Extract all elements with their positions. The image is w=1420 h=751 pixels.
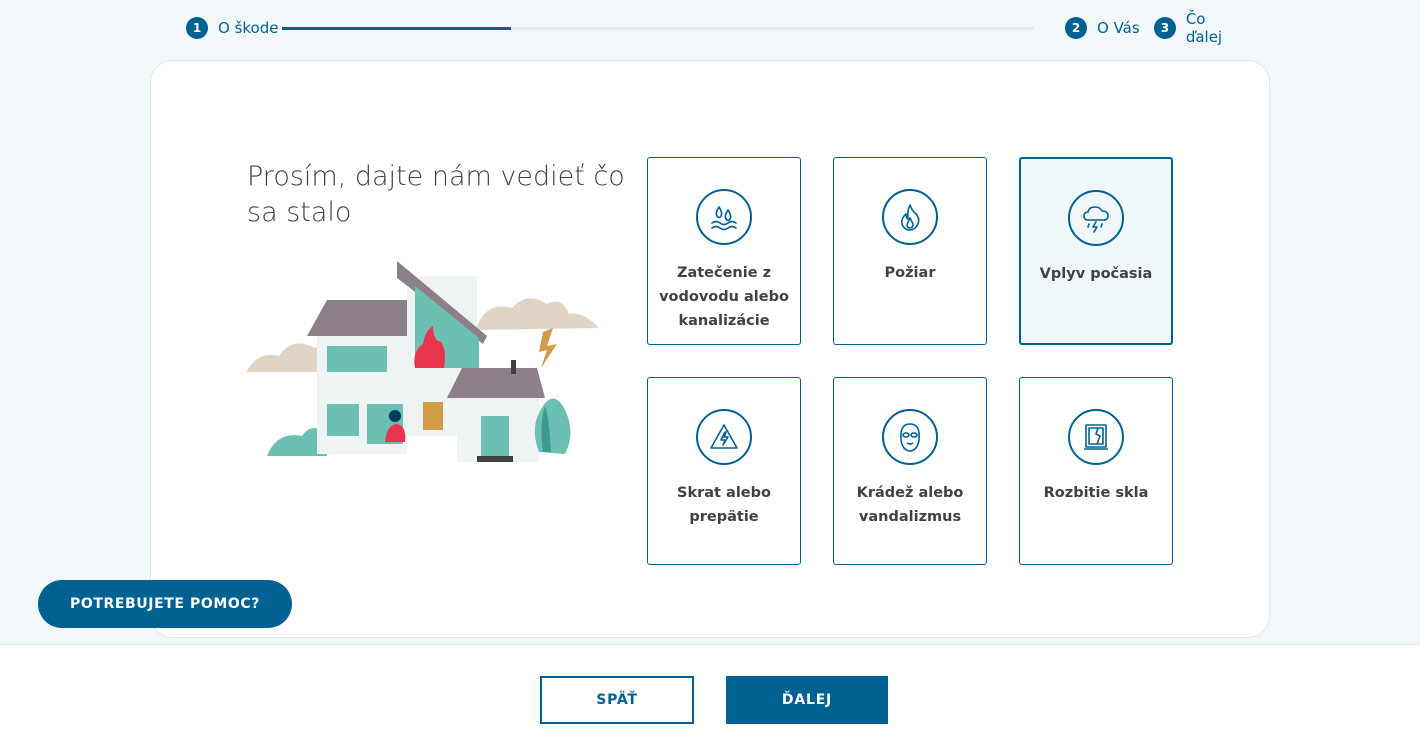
progress-fill (282, 27, 512, 30)
high-voltage-icon (696, 409, 752, 465)
option-theft[interactable]: Krádež alebo vandalizmus (833, 377, 987, 565)
next-button[interactable]: ĎALEJ (726, 676, 888, 724)
option-weather-label: Vplyv počasia (1039, 266, 1153, 282)
water-drops-icon (696, 189, 752, 245)
option-short-circuit[interactable]: Skrat alebo prepätie (647, 377, 801, 565)
step-1-number: 1 (186, 17, 208, 39)
step-1-label: O škode (218, 19, 279, 37)
step-2-label: O Vás (1097, 19, 1140, 37)
footer-bar: SPÄŤ ĎALEJ (0, 644, 1420, 751)
house-damage-illustration (247, 261, 599, 462)
option-weather[interactable]: Vplyv počasia (1019, 157, 1173, 345)
option-theft-label: Krádež alebo vandalizmus (856, 485, 964, 525)
option-glass-breakage-label: Rozbitie skla (1043, 485, 1149, 501)
option-fire[interactable]: Požiar (833, 157, 987, 345)
progress-stepper: 1 O škode 2 O Vás 3 Čo ďalej (186, 10, 1246, 46)
help-button[interactable]: POTREBUJETE POMOC? (38, 580, 292, 628)
option-water-leak[interactable]: Zatečenie z vodovodu alebo kanalizácie (647, 157, 801, 345)
storm-cloud-icon (1068, 190, 1124, 246)
page-title: Prosím, dajte nám vedieť čo sa stalo (247, 161, 625, 228)
step-2: 2 O Vás (1065, 14, 1140, 42)
step-1: 1 O škode (186, 14, 278, 42)
step-2-number: 2 (1065, 17, 1087, 39)
broken-window-icon (1068, 409, 1124, 465)
step-3-number: 3 (1154, 17, 1176, 39)
option-water-leak-label: Zatečenie z vodovodu alebo kanalizácie (659, 265, 789, 329)
option-fire-label: Požiar (884, 265, 936, 281)
back-button[interactable]: SPÄŤ (540, 676, 694, 724)
flame-icon (882, 189, 938, 245)
option-glass-breakage[interactable]: Rozbitie skla (1019, 377, 1173, 565)
progress-track (282, 27, 1034, 30)
step-3: 3 Čo ďalej (1154, 10, 1246, 46)
claim-type-options: Zatečenie z vodovodu alebo kanalizácie P… (647, 157, 1175, 567)
claim-type-card: Prosím, dajte nám vedieť čo sa stalo Zat… (150, 60, 1270, 638)
step-3-label: Čo ďalej (1185, 10, 1223, 46)
option-short-circuit-label: Skrat alebo prepätie (677, 485, 771, 525)
masked-face-icon (882, 409, 938, 465)
